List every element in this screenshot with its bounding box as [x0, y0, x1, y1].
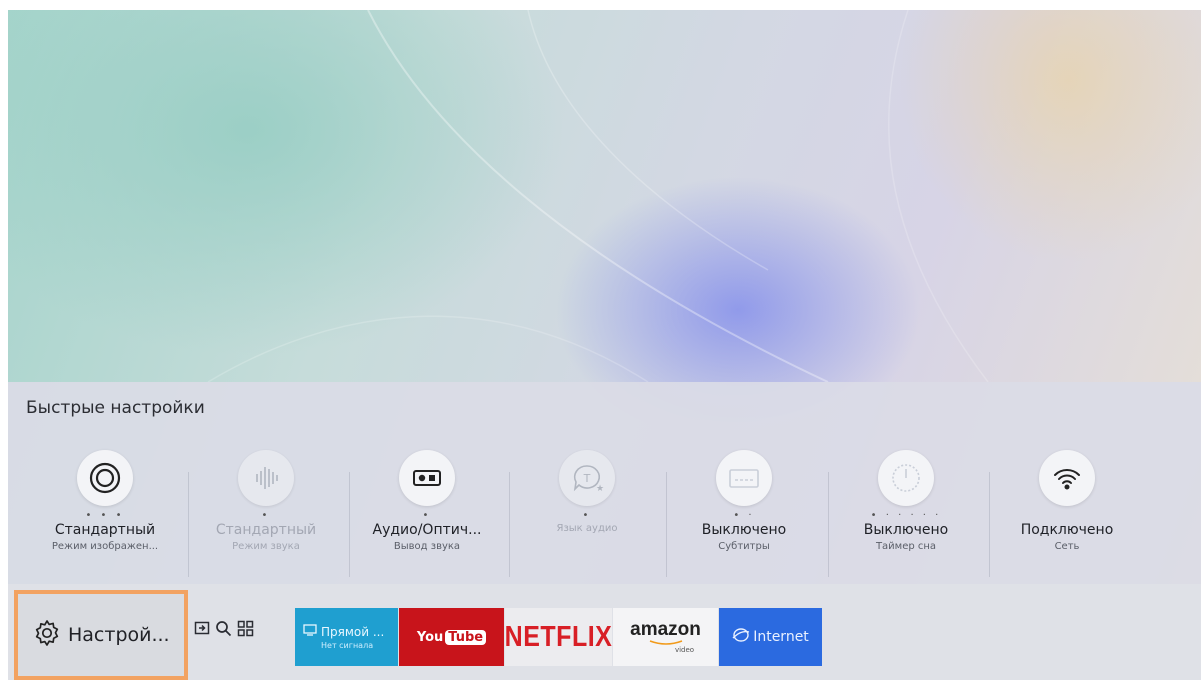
divider	[188, 472, 189, 577]
option-dots: • · · · · ·	[870, 510, 942, 521]
option-dots: •	[422, 510, 432, 521]
app-tile-netflix[interactable]: NETFLIX	[505, 608, 612, 666]
gear-icon	[32, 618, 62, 652]
quick-setting-sound-output[interactable]: • Аудио/Оптич... Вывод звука	[352, 438, 502, 584]
option-dots	[992, 510, 1142, 520]
quick-setting-picture-mode[interactable]: • • • Стандартный Режим изображен...	[30, 438, 180, 584]
apps-icon[interactable]	[237, 620, 254, 641]
sound-mode-icon	[238, 450, 294, 506]
divider	[349, 472, 350, 577]
divider	[989, 472, 990, 577]
option-dots: • • •	[85, 510, 125, 521]
audio-language-icon: T ★	[559, 450, 615, 506]
quick-settings-title: Быстрые настройки	[26, 398, 205, 418]
quick-setting-network[interactable]: Подключено Сеть	[992, 438, 1142, 584]
quick-setting-subtitles[interactable]: • · Выключено Субтитры	[669, 438, 819, 584]
youtube-logo: You Tube	[416, 629, 487, 645]
quick-setting-label: Язык аудио	[556, 523, 618, 534]
amazon-logo-text: amazon	[630, 619, 701, 640]
quick-setting-value: Подключено	[1020, 522, 1114, 538]
internet-logo: Internet	[732, 627, 809, 647]
live-tv-label: Прямой ...	[321, 624, 385, 639]
sound-output-icon	[399, 450, 455, 506]
internet-globe-icon	[732, 627, 750, 647]
quick-setting-label: Вывод звука	[393, 541, 461, 552]
quick-setting-sound-mode[interactable]: • Стандартный Режим звука	[191, 438, 341, 584]
app-tile-amazon-video[interactable]: amazon video	[613, 608, 718, 666]
quick-setting-label: Сеть	[1054, 541, 1080, 552]
quick-setting-value: Выключено	[863, 522, 949, 538]
picture-mode-icon	[77, 450, 133, 506]
netflix-logo: NETFLIX	[504, 620, 613, 653]
quick-setting-value: Стандартный	[54, 522, 156, 538]
wifi-icon	[1039, 450, 1095, 506]
youtube-logo-tube: Tube	[445, 629, 487, 645]
divider	[509, 472, 510, 577]
quick-setting-label: Режим изображен...	[51, 541, 159, 552]
divider	[828, 472, 829, 577]
quick-setting-label: Режим звука	[232, 541, 300, 552]
app-tile-youtube[interactable]: You Tube	[399, 608, 504, 666]
youtube-logo-you: You	[416, 629, 444, 645]
divider	[666, 472, 667, 577]
source-icon[interactable]	[194, 620, 210, 640]
quick-setting-label: Субтитры	[718, 541, 770, 552]
amazon-video-label: video	[674, 646, 695, 654]
tv-icon	[303, 624, 317, 639]
quick-setting-value: Выключено	[701, 522, 787, 538]
settings-label: Настрой...	[68, 624, 170, 646]
search-icon[interactable]	[215, 620, 232, 641]
live-tv-label-row: Прямой ...	[303, 624, 384, 639]
amazon-logo: amazon video	[630, 619, 701, 655]
app-tile-live-tv[interactable]: Прямой ... Нет сигнала	[295, 608, 398, 666]
wallpaper-lines	[207, 10, 989, 382]
option-dots: • ·	[733, 510, 755, 521]
internet-label: Internet	[753, 629, 809, 645]
quick-setting-value: Аудио/Оптич...	[372, 522, 482, 538]
settings-button[interactable]: Настрой...	[14, 590, 188, 680]
sleep-timer-icon	[878, 450, 934, 506]
quick-setting-audio-language[interactable]: T ★ • Язык аудио	[512, 438, 662, 584]
live-tv-status: Нет сигнала	[321, 641, 374, 650]
option-dots: •	[582, 510, 592, 521]
subtitles-icon	[716, 450, 772, 506]
quick-setting-label: Таймер сна	[875, 541, 937, 552]
app-tile-internet[interactable]: Internet	[719, 608, 822, 666]
quick-setting-value: Стандартный	[215, 522, 317, 538]
svg-text:T: T	[583, 472, 591, 485]
smart-hub-bar: Настрой... Прямой ... Нет сигнала You Tu…	[8, 584, 1201, 680]
tv-screen: Быстрые настройки • • • Стандартный Режи…	[8, 10, 1201, 680]
svg-text:★: ★	[596, 484, 604, 494]
quick-settings-panel: Быстрые настройки • • • Стандартный Режи…	[8, 382, 1201, 584]
quick-setting-sleep-timer[interactable]: • · · · · · Выключено Таймер сна	[831, 438, 981, 584]
option-dots: •	[261, 510, 271, 521]
